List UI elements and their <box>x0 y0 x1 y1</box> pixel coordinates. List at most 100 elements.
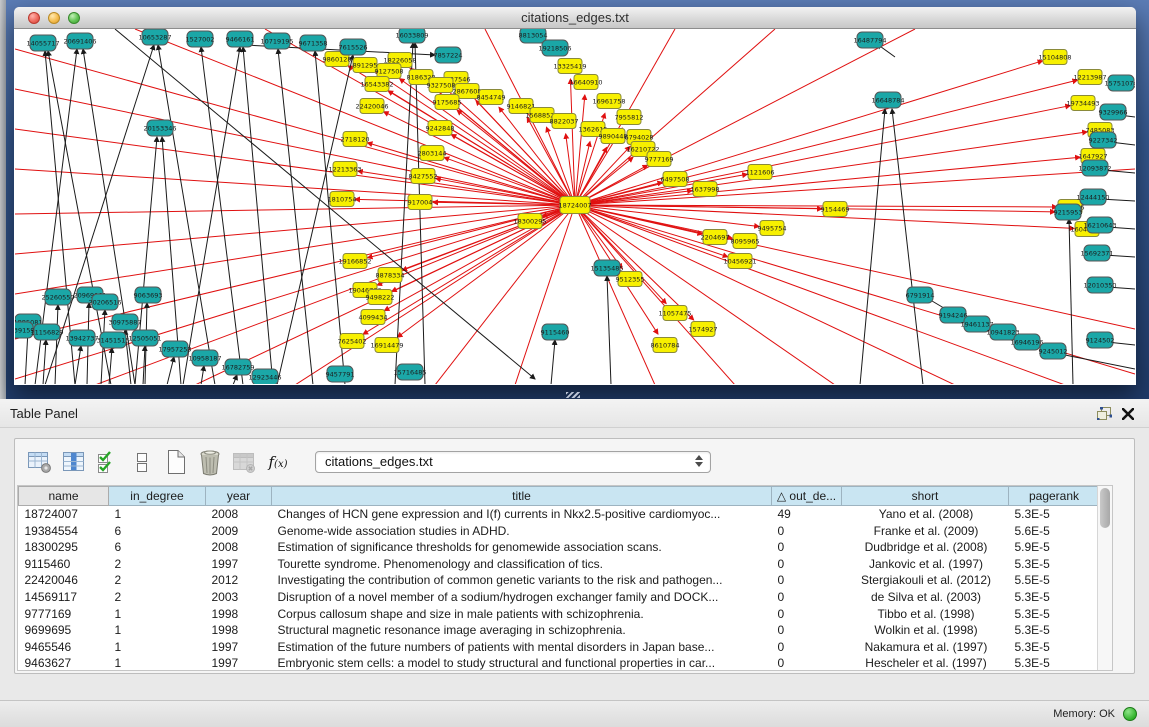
graph-node-teal[interactable]: 20206516 <box>88 294 121 310</box>
close-panel-icon[interactable] <box>1119 405 1137 422</box>
graph-node-teal[interactable]: 16033809 <box>395 29 428 43</box>
network-window[interactable]: citations_edges.txt 18724007986012889129… <box>14 7 1136 385</box>
graph-node-yellow[interactable]: 1121606 <box>746 165 775 180</box>
table-cell[interactable]: 2009 <box>206 523 272 540</box>
graph-node-yellow[interactable]: 9242848 <box>426 121 455 136</box>
graph-node-teal[interactable]: 12444150 <box>1076 189 1109 205</box>
delete-trash-icon[interactable] <box>195 447 225 477</box>
graph-node-teal[interactable]: 7857224 <box>434 47 463 63</box>
table-cell[interactable]: 22420046 <box>19 572 109 589</box>
graph-node-yellow[interactable]: 9890448 <box>599 129 628 144</box>
table-cell[interactable]: 0 <box>772 639 842 656</box>
table-cell[interactable]: Tourette syndrome. Phenomenology and cla… <box>272 556 772 573</box>
table-cell[interactable]: 9699695 <box>19 622 109 639</box>
graph-node-teal[interactable]: 25260550 <box>41 289 74 305</box>
table-cell[interactable]: 5.3E-5 <box>1009 639 1100 656</box>
graph-node-yellow[interactable]: 2803144 <box>418 146 447 161</box>
table-cell[interactable]: 9465546 <box>19 639 109 656</box>
select-column-icon[interactable] <box>59 447 89 477</box>
table-cell[interactable]: 5.3E-5 <box>1009 622 1100 639</box>
table-cell[interactable]: 9115460 <box>19 556 109 573</box>
graph-node-teal[interactable]: 9227342 <box>1089 132 1118 148</box>
table-cell[interactable]: 5.3E-5 <box>1009 606 1100 623</box>
graph-node-yellow[interactable]: 8427552 <box>409 169 438 184</box>
table-cell[interactable]: 18300295 <box>19 539 109 556</box>
table-cell[interactable]: Tibbo et al. (1998) <box>842 606 1009 623</box>
graph-node-teal[interactable]: 13942737 <box>65 330 98 346</box>
table-cell[interactable]: 1998 <box>206 622 272 639</box>
zoom-traffic-light[interactable] <box>68 12 80 24</box>
graph-node-teal[interactable]: 9063693 <box>134 287 163 303</box>
graph-node-yellow[interactable]: 9495754 <box>758 221 787 236</box>
float-window-icon[interactable] <box>1095 405 1113 422</box>
graph-node-teal[interactable]: 16648784 <box>871 92 904 108</box>
table-cell[interactable]: Investigating the contribution of common… <box>272 572 772 589</box>
table-cell[interactable]: 6 <box>109 523 206 540</box>
graph-node-yellow[interactable]: 8610784 <box>651 338 680 353</box>
graph-node-teal[interactable]: 19218506 <box>538 40 571 56</box>
table-cell[interactable]: Structural magnetic resonance image aver… <box>272 622 772 639</box>
table-cell[interactable]: 1 <box>109 622 206 639</box>
graph-node-teal[interactable]: 9245012 <box>1039 343 1068 359</box>
graph-node-teal[interactable]: 1527002 <box>186 31 215 47</box>
graph-node-yellow[interactable]: 9327508 <box>427 78 456 93</box>
table-cell[interactable]: 5.3E-5 <box>1009 556 1100 573</box>
graph-node-yellow[interactable]: 8095965 <box>731 234 760 249</box>
scrollbar-thumb[interactable] <box>1100 488 1110 528</box>
table-cell[interactable]: 1 <box>109 606 206 623</box>
table-row[interactable]: 1456911722003Disruption of a novel membe… <box>19 589 1100 606</box>
table-cell[interactable]: 0 <box>772 606 842 623</box>
graph-node-yellow[interactable]: 12213987 <box>1073 70 1106 85</box>
table-cell[interactable]: 5.5E-5 <box>1009 572 1100 589</box>
table-cell[interactable]: Changes of HCN gene expression and I(f) … <box>272 506 772 523</box>
table-cell[interactable]: 2 <box>109 556 206 573</box>
graph-node-yellow[interactable]: 9154469 <box>821 202 850 217</box>
table-source-dropdown[interactable]: citations_edges.txt <box>315 451 711 473</box>
graph-node-teal[interactable]: 15716485 <box>393 364 426 380</box>
graph-node-teal[interactable]: 9329966 <box>1099 104 1128 120</box>
table-cell[interactable]: 0 <box>772 655 842 672</box>
table-cell[interactable]: 5.6E-5 <box>1009 523 1100 540</box>
table-cell[interactable]: 5.9E-5 <box>1009 539 1100 556</box>
graph-node-yellow[interactable]: 2204697 <box>701 230 730 245</box>
table-settings-icon[interactable] <box>25 447 55 477</box>
table-cell[interactable]: Dudbridge et al. (2008) <box>842 539 1009 556</box>
graph-node-teal[interactable]: 30975887 <box>108 314 141 330</box>
table-cell[interactable]: Corpus callosum shape and size in male p… <box>272 606 772 623</box>
graph-node-yellow[interactable]: 9498222 <box>366 290 395 305</box>
table-cell[interactable]: 1997 <box>206 556 272 573</box>
table-cell[interactable]: Stergiakouli et al. (2012) <box>842 572 1009 589</box>
graph-node-teal[interactable]: 9215953 <box>1054 204 1083 220</box>
graph-node-hub[interactable]: 18724007 <box>558 197 591 214</box>
graph-node-yellow[interactable]: 16961758 <box>592 94 625 109</box>
graph-node-teal[interactable]: 9466161 <box>226 31 255 47</box>
graph-node-yellow[interactable]: 7955812 <box>615 110 644 125</box>
graph-node-yellow[interactable]: 9777169 <box>645 152 674 167</box>
table-cell[interactable]: 5.3E-5 <box>1009 655 1100 672</box>
graph-node-teal[interactable]: 6791914 <box>906 287 935 303</box>
graph-node-teal[interactable]: 31451515 <box>96 332 129 348</box>
column-header-short[interactable]: short <box>842 487 1009 506</box>
graph-node-teal[interactable]: 12093872 <box>1078 160 1111 176</box>
graph-node-teal[interactable]: 10719195 <box>260 33 293 49</box>
vertical-scrollbar[interactable] <box>1097 486 1112 670</box>
table-cell[interactable]: Genome-wide association studies in ADHD. <box>272 523 772 540</box>
network-view-canvas[interactable]: 1872400798601288912951822605891275081654… <box>15 29 1135 384</box>
graph-node-teal[interactable]: 9671358 <box>299 35 328 51</box>
table-cell[interactable]: 1997 <box>206 639 272 656</box>
graph-node-teal[interactable]: 17957253 <box>158 341 191 357</box>
table-row[interactable]: 1830029562008Estimation of significance … <box>19 539 1100 556</box>
table-cell[interactable]: Nakamura et al. (1997) <box>842 639 1009 656</box>
table-cell[interactable]: 18724007 <box>19 506 109 523</box>
graph-node-yellow[interactable]: 7625402 <box>338 334 367 349</box>
table-cell[interactable]: 1998 <box>206 606 272 623</box>
column-header-title[interactable]: title <box>272 487 772 506</box>
graph-node-teal[interactable]: 20153346 <box>143 120 176 136</box>
table-row[interactable]: 977716911998Corpus callosum shape and si… <box>19 606 1100 623</box>
table-row[interactable]: 1938455462009Genome-wide association stu… <box>19 523 1100 540</box>
graph-node-teal[interactable]: 20691406 <box>63 33 96 49</box>
table-row[interactable]: 946362711997Embryonic stem cells: a mode… <box>19 655 1100 672</box>
select-all-rows-icon[interactable] <box>93 447 123 477</box>
table-cell[interactable]: Jankovic et al. (1997) <box>842 556 1009 573</box>
graph-node-teal[interactable]: 12010350 <box>1083 277 1116 293</box>
